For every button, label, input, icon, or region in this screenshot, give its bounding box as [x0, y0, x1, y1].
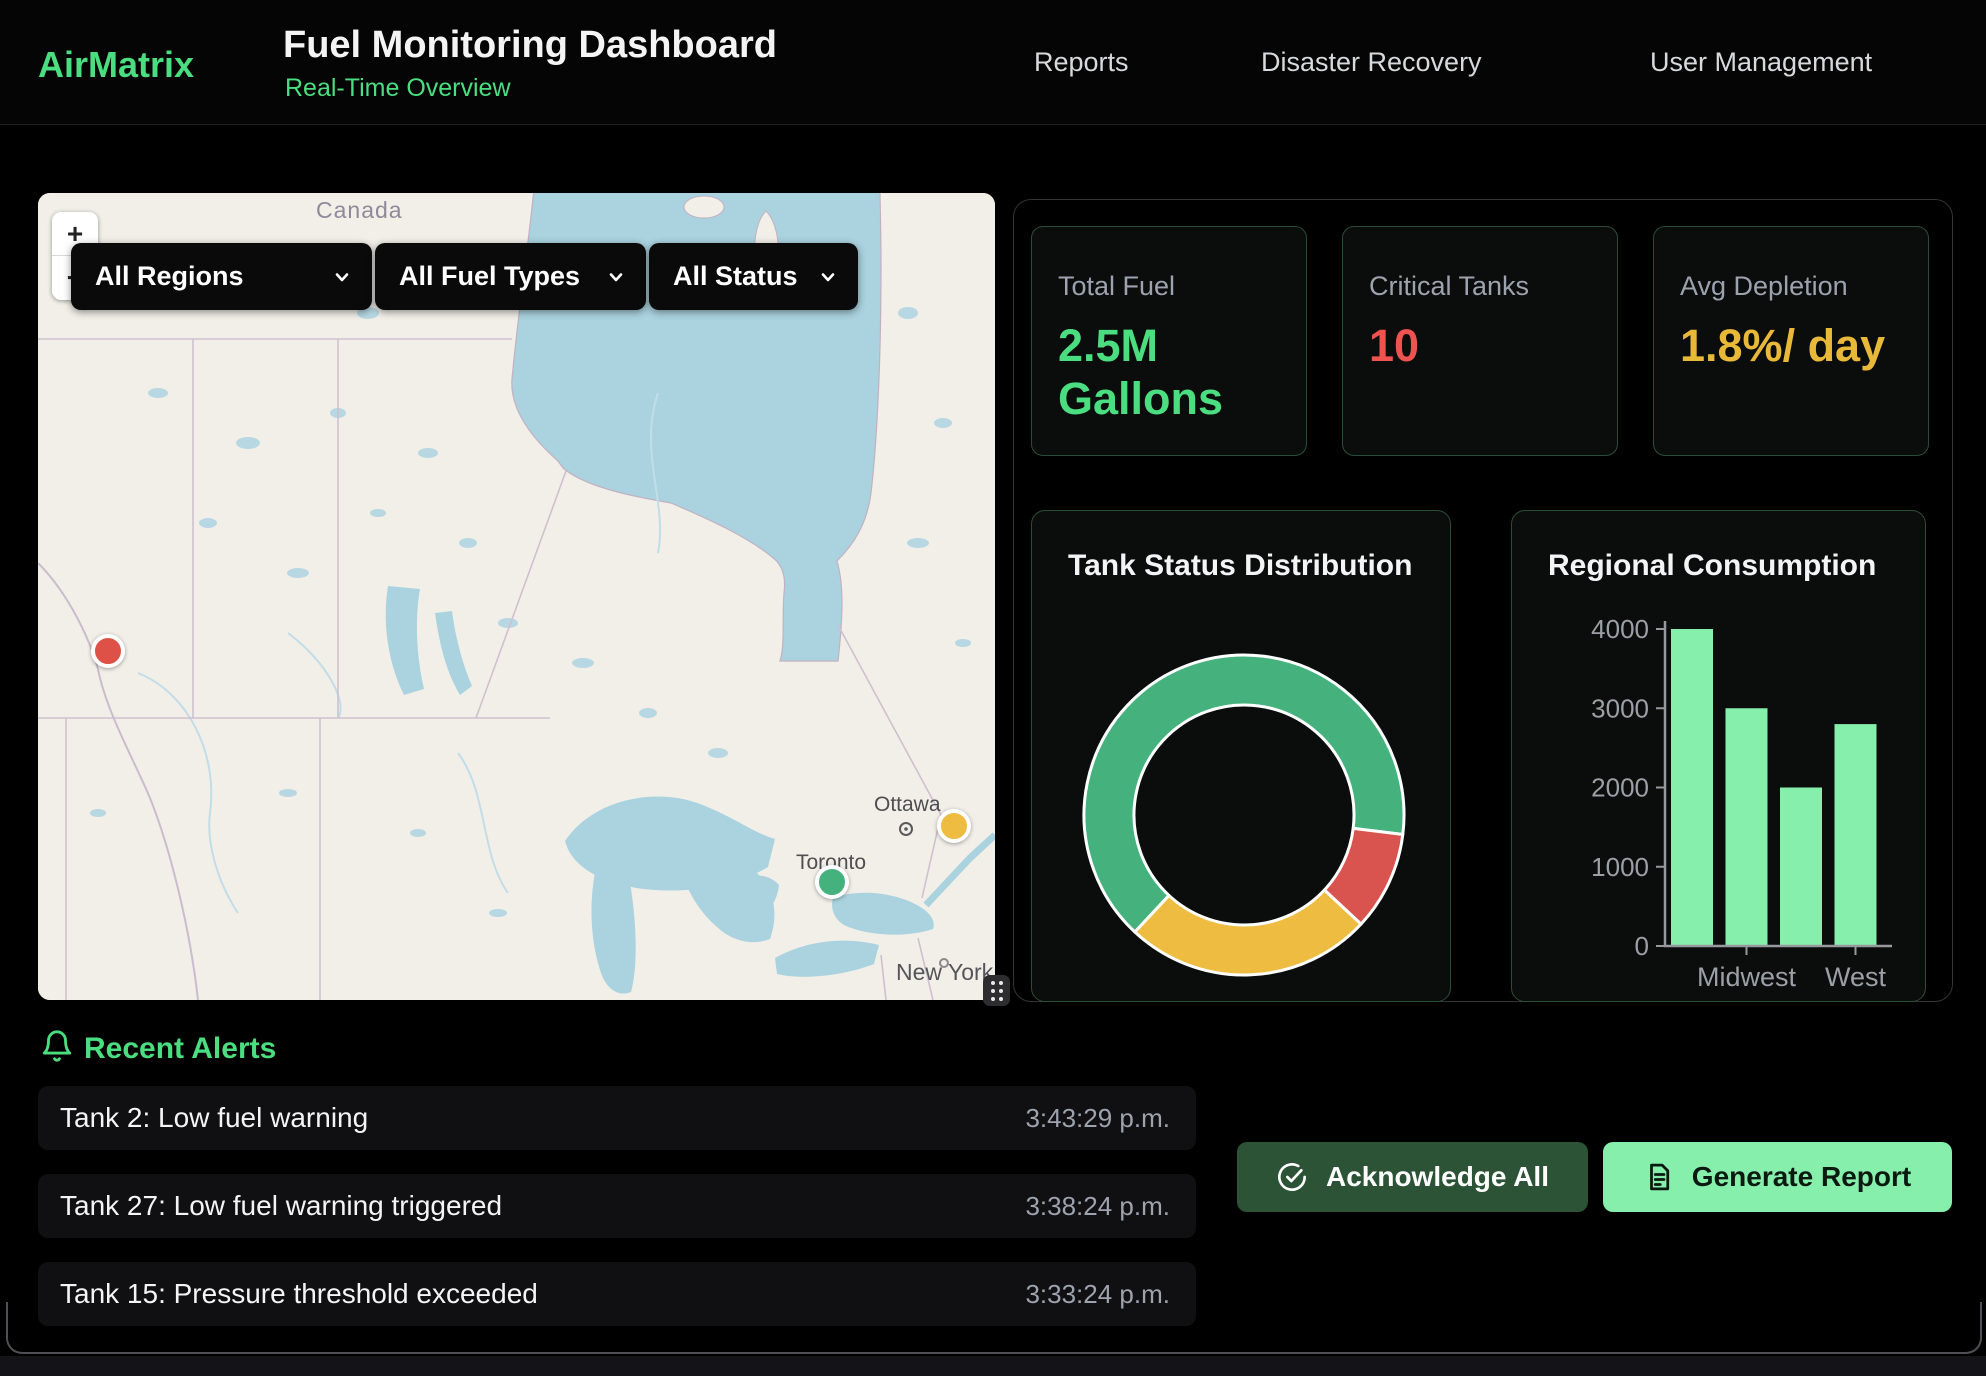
brand-logo: AirMatrix [38, 44, 194, 86]
alert-message: Tank 27: Low fuel warning triggered [60, 1190, 502, 1222]
bar-chart-ytick: 3000 [1591, 693, 1649, 723]
region-filter-value: All Regions [95, 261, 244, 292]
stat-card-total-fuel: Total Fuel 2.5M Gallons [1031, 226, 1307, 456]
map-marker-warning[interactable] [937, 809, 971, 843]
bar-chart-xlabel: West [1825, 962, 1887, 992]
stat-label: Avg Depletion [1680, 271, 1902, 302]
dashboard-root: AirMatrix Fuel Monitoring Dashboard Real… [0, 0, 1986, 1376]
fuel-type-filter-value: All Fuel Types [399, 261, 580, 292]
bell-icon [40, 1028, 74, 1064]
generate-report-button[interactable]: Generate Report [1603, 1142, 1952, 1212]
tank-status-card: Tank Status Distribution [1031, 510, 1451, 1002]
nav-user-management[interactable]: User Management [1650, 47, 1872, 78]
alert-message: Tank 2: Low fuel warning [60, 1102, 368, 1134]
page-subtitle: Real-Time Overview [285, 74, 511, 103]
stat-value-avg-depletion: 1.8%/ day [1680, 320, 1895, 373]
map-panel[interactable]: Canada Ottawa Toronto New York + − All R… [38, 193, 995, 1000]
bar-Midwest[interactable] [1726, 708, 1768, 946]
chevron-down-icon [606, 267, 626, 287]
bar-region-1[interactable] [1671, 629, 1713, 946]
acknowledge-all-label: Acknowledge All [1326, 1161, 1549, 1193]
regional-consumption-card: Regional Consumption 01000200030004000Mi… [1511, 510, 1926, 1002]
nav-reports[interactable]: Reports [1034, 47, 1129, 78]
status-filter-dropdown[interactable]: All Status [649, 243, 858, 310]
app-header: AirMatrix Fuel Monitoring Dashboard Real… [0, 0, 1986, 125]
generate-report-label: Generate Report [1692, 1161, 1911, 1193]
stat-card-critical-tanks: Critical Tanks 10 [1342, 226, 1618, 456]
bottom-bar [0, 1356, 1986, 1376]
alert-row: Tank 2: Low fuel warning 3:43:29 p.m. [38, 1086, 1196, 1150]
stat-label: Critical Tanks [1369, 271, 1591, 302]
alert-time: 3:43:29 p.m. [1025, 1103, 1170, 1134]
tank-status-donut [1032, 511, 1452, 1003]
nav-disaster-recovery[interactable]: Disaster Recovery [1261, 47, 1482, 78]
bar-chart-ytick: 0 [1635, 931, 1649, 961]
check-circle-icon [1276, 1161, 1308, 1193]
window-frame-edge [6, 1302, 1982, 1354]
stat-value-total-fuel: 2.5M Gallons [1058, 320, 1273, 425]
alert-time: 3:38:24 p.m. [1025, 1191, 1170, 1222]
bar-chart-ytick: 2000 [1591, 773, 1649, 803]
stat-card-avg-depletion: Avg Depletion 1.8%/ day [1653, 226, 1929, 456]
map-marker-normal[interactable] [815, 865, 849, 899]
bar-chart-ytick: 1000 [1591, 852, 1649, 882]
stat-label: Total Fuel [1058, 271, 1280, 302]
chevron-down-icon [818, 267, 838, 287]
chevron-down-icon [332, 267, 352, 287]
alert-row: Tank 27: Low fuel warning triggered 3:38… [38, 1174, 1196, 1238]
bar-West[interactable] [1835, 724, 1877, 946]
metrics-panel: Total Fuel 2.5M Gallons Critical Tanks 1… [1013, 199, 1953, 1002]
report-file-icon [1644, 1162, 1674, 1192]
bar-chart-xlabel: Midwest [1697, 962, 1797, 992]
status-filter-value: All Status [673, 261, 798, 292]
acknowledge-all-button[interactable]: Acknowledge All [1237, 1142, 1588, 1212]
alerts-heading: Recent Alerts [84, 1032, 276, 1066]
stat-value-critical-tanks: 10 [1369, 320, 1584, 373]
map-resize-handle[interactable] [983, 975, 1010, 1006]
bar-chart-ytick: 4000 [1591, 614, 1649, 644]
regional-consumption-chart: 0 1000 2000 3000 4000 Midwest West [1512, 511, 1927, 1003]
region-filter-dropdown[interactable]: All Regions [71, 243, 372, 310]
map-canvas [38, 193, 995, 1000]
map-marker-critical[interactable] [91, 634, 125, 668]
fuel-type-filter-dropdown[interactable]: All Fuel Types [375, 243, 646, 310]
donut-segment-warning[interactable] [1135, 890, 1361, 975]
page-title: Fuel Monitoring Dashboard [283, 24, 777, 67]
bar-region-3[interactable] [1780, 788, 1822, 947]
